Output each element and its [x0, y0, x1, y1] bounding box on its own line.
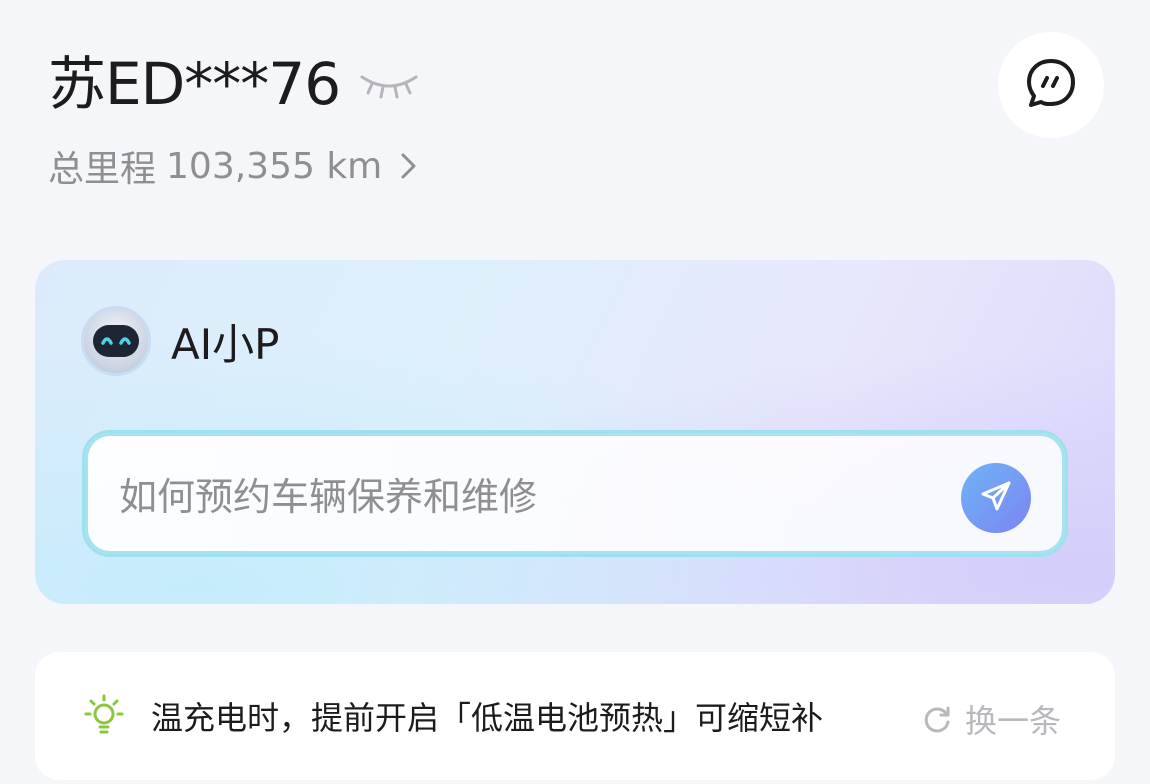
vehicle-home-screen: 苏ED***76 总里程 103,355 km AI小P 如何预约车辆保养和维修… [0, 0, 1150, 784]
ai-assistant-header: AI小P [81, 306, 279, 376]
chat-button[interactable] [998, 32, 1104, 138]
refresh-icon [919, 701, 955, 737]
tip-text: 温充电时，提前开启「低温电池预热」可缩短补 [151, 699, 824, 737]
ai-question-input[interactable]: 如何预约车辆保养和维修 [82, 430, 1068, 557]
send-button[interactable] [961, 463, 1031, 533]
mileage-label: 总里程 [48, 149, 157, 190]
ai-question-placeholder: 如何预约车辆保养和维修 [119, 475, 538, 519]
tip-card[interactable]: 温充电时，提前开启「低温电池预热」可缩短补 换一条 [35, 652, 1115, 780]
chat-bubble-icon [1024, 56, 1078, 114]
refresh-tip-label: 换一条 [965, 702, 1062, 740]
paper-plane-icon [979, 479, 1013, 517]
plate-row: 苏ED***76 [48, 48, 420, 120]
chevron-right-icon [398, 146, 422, 186]
robot-avatar-icon [81, 306, 151, 376]
mileage-value: 103,355 km [166, 145, 383, 187]
mileage-row[interactable]: 总里程 103,355 km [48, 140, 422, 192]
ai-assistant-card: AI小P 如何预约车辆保养和维修 [35, 260, 1115, 604]
license-plate: 苏ED***76 [48, 50, 341, 118]
lightbulb-icon [79, 691, 129, 741]
ai-assistant-name: AI小P [171, 319, 280, 369]
eye-closed-icon[interactable] [358, 64, 420, 104]
refresh-tip-button[interactable]: 换一条 [919, 696, 1061, 742]
